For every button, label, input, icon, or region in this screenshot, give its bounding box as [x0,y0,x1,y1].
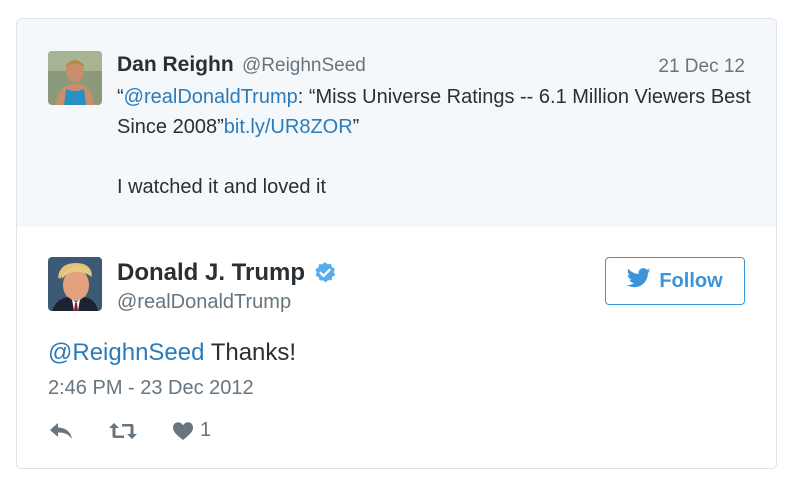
like-count: 1 [200,419,212,441]
like-button[interactable]: 1 [172,419,211,442]
tweet-actions: 1 [48,419,245,442]
open-quote: “ [117,86,124,108]
twitter-bird-icon [627,268,651,294]
user-handle[interactable]: @realDonaldTrump [117,291,291,314]
reply-mention-link[interactable]: @ReighnSeed [48,339,204,366]
reply-icon [48,421,74,441]
heart-icon [172,421,194,441]
quoted-user-handle[interactable]: @ReighnSeed [242,55,366,77]
quoted-tweet-text: “@realDonaldTrump: “Miss Universe Rating… [117,82,757,142]
user-name-row[interactable]: Donald J. Trump [117,259,337,287]
close-quote: ” [352,116,360,138]
quoted-user-avatar[interactable] [48,51,102,105]
quoted-tweet-comment: I watched it and loved it [117,176,327,198]
retweet-button[interactable] [108,421,138,441]
retweet-icon [108,421,138,441]
reply-text: Thanks! [204,339,297,366]
verified-badge-icon [313,261,337,285]
follow-button[interactable]: Follow [605,257,745,305]
tweet-embed-card: Dan Reighn @ReighnSeed 21 Dec 12 “@realD… [16,18,777,469]
short-url-link[interactable]: bit.ly/UR8ZOR [224,116,353,138]
user-avatar[interactable] [48,257,102,311]
follow-label: Follow [659,269,723,292]
quoted-user-name[interactable]: Dan Reighn [117,53,234,77]
tweet-text: @ReighnSeed Thanks! [48,339,296,367]
user-name[interactable]: Donald J. Trump [117,259,305,287]
reply-button[interactable] [48,421,74,441]
quoted-tweet[interactable]: Dan Reighn @ReighnSeed 21 Dec 12 “@realD… [17,19,776,227]
mention-link[interactable]: @realDonaldTrump [124,86,298,108]
quoted-tweet-date[interactable]: 21 Dec 12 [658,56,745,78]
tweet-timestamp[interactable]: 2:46 PM - 23 Dec 2012 [48,377,254,400]
